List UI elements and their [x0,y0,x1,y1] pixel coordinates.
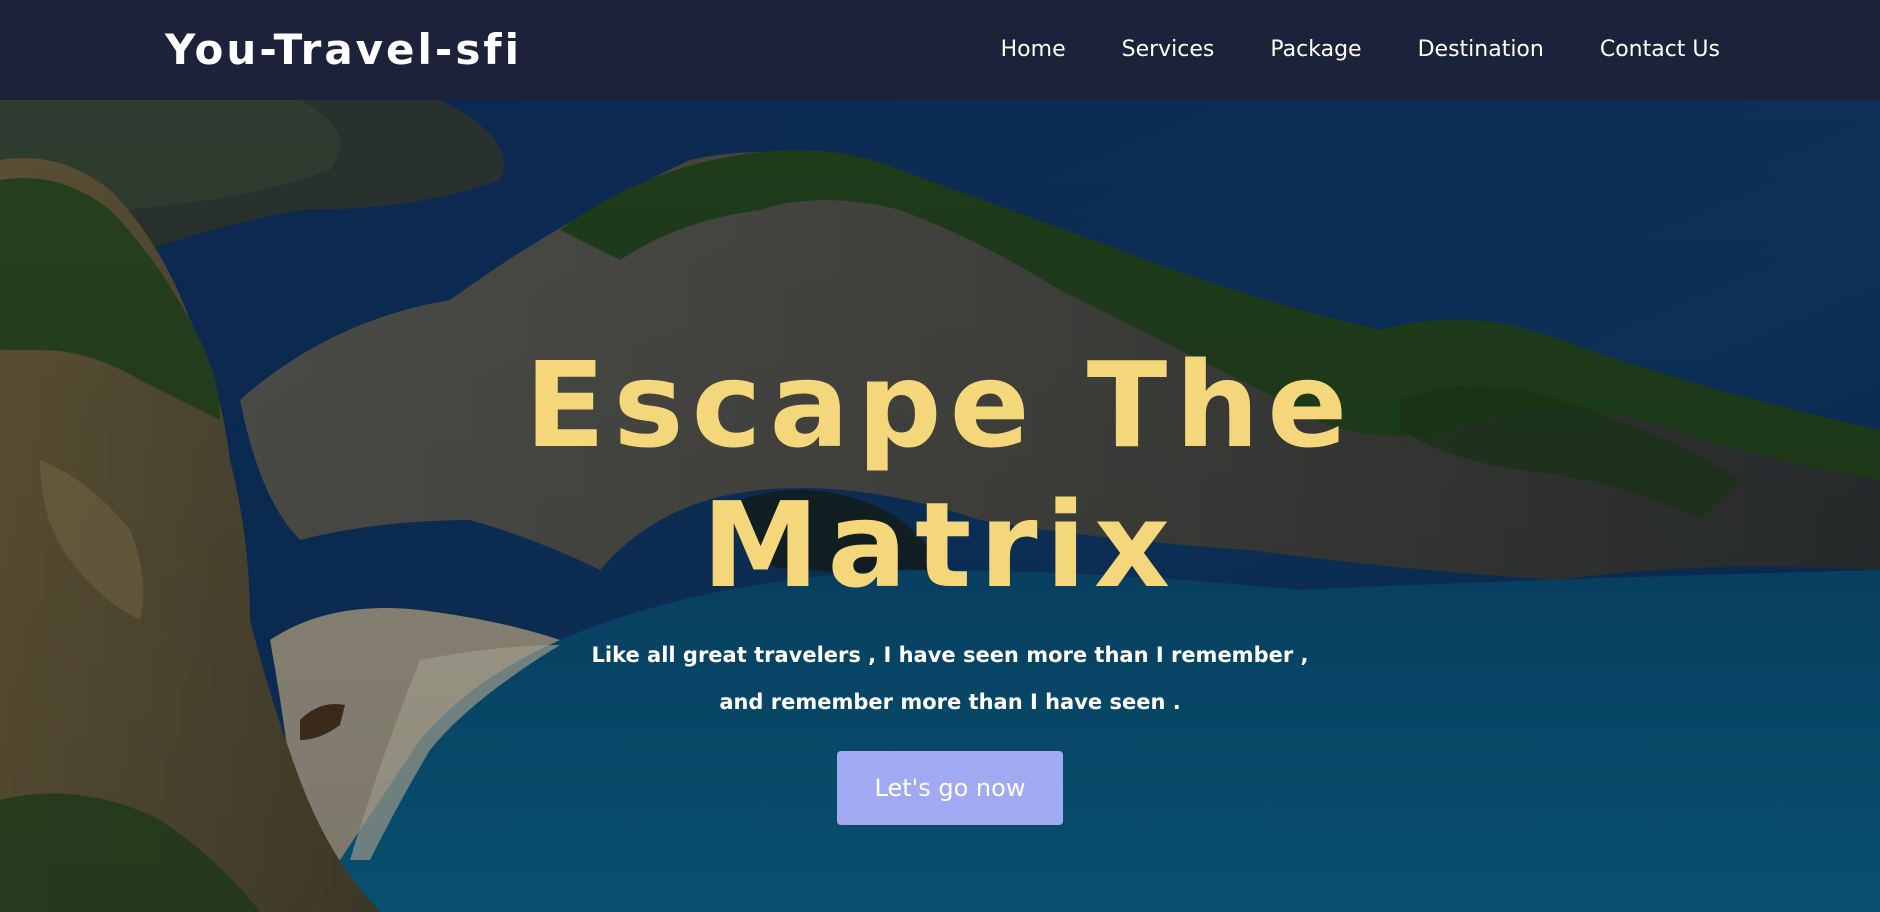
nav-link-contact-us[interactable]: Contact Us [1600,34,1720,66]
top-navbar: You-Travel-sfi Home Services Package Des… [0,0,1880,100]
lets-go-now-button[interactable]: Let's go now [837,751,1063,825]
hero-subtitle-line-1: Like all great travelers , I have seen m… [591,643,1309,667]
brand-logo[interactable]: You-Travel-sfi [165,22,522,78]
hero-title: Escape The Matrix [440,335,1440,615]
nav-link-home[interactable]: Home [1001,34,1066,66]
nav-menu: Home Services Package Destination Contac… [1001,34,1720,66]
nav-link-destination[interactable]: Destination [1418,34,1544,66]
hero-content: Escape The Matrix Like all great travele… [0,100,1880,912]
hero-section: Escape The Matrix Like all great travele… [0,100,1880,912]
hero-title-line-2: Matrix [701,476,1179,614]
hero-title-line-1: Escape The [524,336,1356,474]
hero-subtitle: Like all great travelers , I have seen m… [540,632,1360,726]
nav-link-services[interactable]: Services [1122,34,1215,66]
hero-subtitle-line-2: and remember more than I have seen . [719,690,1181,714]
nav-link-package[interactable]: Package [1270,34,1361,66]
